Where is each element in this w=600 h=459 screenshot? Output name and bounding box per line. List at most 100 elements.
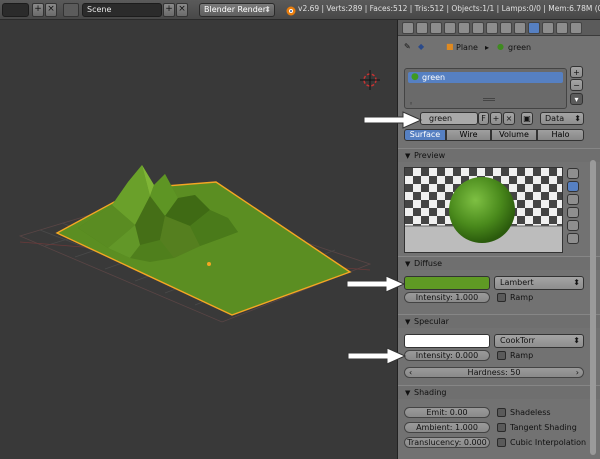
add-scene-button[interactable]: + [163, 3, 175, 17]
specular-color-swatch[interactable] [404, 334, 490, 348]
link-select[interactable]: Data ⬍ [540, 112, 584, 125]
unlink-material-button[interactable]: × [503, 112, 515, 125]
material-sphere-icon: ● [497, 42, 504, 51]
tab-volume[interactable]: Volume [491, 129, 537, 141]
decrement-icon[interactable]: ‹ [409, 368, 412, 377]
diffuse-shader-select[interactable]: Lambert ⬍ [494, 276, 584, 290]
data-tab-icon[interactable] [500, 22, 512, 34]
add-slot-button[interactable]: + [570, 66, 583, 78]
render-tab-icon[interactable] [402, 22, 414, 34]
material-slot-list[interactable]: ● green ◦ [404, 68, 567, 109]
diffuse-ramp-checkbox[interactable] [497, 293, 506, 302]
render-engine-label: Blender Render [204, 5, 267, 14]
material-slot-selected[interactable]: ● green [408, 72, 563, 83]
3d-cursor-icon[interactable] [360, 70, 380, 90]
collapse-icon: ▼ [405, 260, 411, 268]
properties-tabs [398, 20, 600, 36]
scene-icon[interactable] [63, 3, 79, 17]
extra-tab-icon[interactable] [570, 22, 582, 34]
list-grip-icon[interactable] [483, 98, 495, 101]
diffuse-color-swatch[interactable] [404, 276, 490, 290]
preview-sphere-icon[interactable] [567, 181, 579, 192]
specular-title: Specular [414, 317, 449, 326]
translucency-slider[interactable]: Translucency: 0.000 [404, 437, 490, 448]
diffuse-shader-label: Lambert [500, 278, 534, 287]
tab-wire[interactable]: Wire [446, 129, 491, 141]
shadeless-checkbox[interactable] [497, 408, 506, 417]
shading-title: Shading [414, 388, 447, 397]
specular-shader-select[interactable]: CookTorr ⬍ [494, 334, 584, 348]
cubic-interpolation-label: Cubic Interpolation [510, 438, 587, 447]
diffuse-intensity-slider[interactable]: Intensity: 1.000 [404, 292, 490, 303]
screen-field-tail[interactable] [2, 3, 29, 17]
preview-panel-header[interactable]: ▼ Preview [398, 148, 600, 162]
material-name-field[interactable]: green [420, 112, 478, 125]
chevron-updown-icon: ⬍ [264, 5, 271, 14]
modifiers-tab-icon[interactable] [486, 22, 498, 34]
tab-halo[interactable]: Halo [537, 129, 584, 141]
diffuse-panel-header[interactable]: ▼ Diffuse [398, 256, 600, 270]
new-material-button[interactable]: + [490, 112, 502, 125]
preview-sky-icon[interactable] [567, 233, 579, 244]
remove-slot-button[interactable]: − [570, 79, 583, 91]
breadcrumb-object: Plane [456, 43, 478, 52]
ambient-slider[interactable]: Ambient: 1.000 [404, 422, 490, 433]
specular-panel-header[interactable]: ▼ Specular [398, 314, 600, 328]
panel-scrollbar[interactable] [590, 160, 596, 455]
tab-surface[interactable]: Surface [404, 129, 446, 141]
tangent-shading-checkbox[interactable] [497, 423, 506, 432]
add-screen-button[interactable]: + [32, 3, 44, 17]
blender-logo-icon [286, 6, 296, 16]
delete-scene-button[interactable]: × [176, 3, 188, 17]
delete-screen-button[interactable]: × [45, 3, 57, 17]
cubic-interpolation-checkbox[interactable] [497, 438, 506, 447]
diffuse-ramp-label: Ramp [510, 293, 534, 302]
preview-hair-icon[interactable] [567, 220, 579, 231]
terrain-mesh[interactable] [55, 165, 352, 316]
world-tab-icon[interactable] [444, 22, 456, 34]
specular-ramp-checkbox[interactable] [497, 351, 506, 360]
particles-tab-icon[interactable] [514, 22, 526, 34]
fake-user-button[interactable]: F [478, 112, 489, 125]
scene-link-icon: ◆ [418, 42, 425, 51]
material-slot-label: green [422, 73, 446, 82]
hardness-slider[interactable]: ‹ Hardness: 50 › [404, 367, 584, 378]
pin-icon[interactable]: ✎ [404, 42, 411, 51]
browse-material-icon[interactable]: ▣ [521, 112, 533, 125]
arrow-icon [347, 347, 407, 365]
slot-specials-icon[interactable]: ▾ [570, 93, 583, 105]
hardness-label: Hardness: 50 [467, 368, 521, 377]
increment-icon[interactable]: › [576, 368, 579, 377]
render-engine-select[interactable]: Blender Render ⬍ [199, 3, 275, 17]
shading-panel-header[interactable]: ▼ Shading [398, 385, 600, 399]
material-tab-icon[interactable] [528, 22, 540, 34]
info-header: + × Scene + × Blender Render ⬍ v2.69 | V… [0, 0, 600, 20]
object-icon: ■ [446, 42, 454, 51]
preview-flat-icon[interactable] [567, 168, 579, 179]
material-icon: ● [411, 72, 419, 82]
specular-ramp-label: Ramp [510, 351, 534, 360]
chevron-updown-icon: ⬍ [574, 114, 581, 123]
scene-statistics: v2.69 | Verts:289 | Faces:512 | Tris:512… [298, 4, 600, 13]
origin-dot [207, 262, 211, 266]
breadcrumb-material: green [508, 43, 532, 52]
specular-shader-label: CookTorr [500, 336, 535, 345]
collapse-icon: ▼ [405, 389, 411, 397]
layers-tab-icon[interactable] [416, 22, 428, 34]
preview-cube-icon[interactable] [567, 194, 579, 205]
object-tab-icon[interactable] [458, 22, 470, 34]
arrow-icon [363, 111, 423, 129]
scene-field[interactable]: Scene [82, 3, 162, 17]
chevron-updown-icon: ⬍ [573, 278, 580, 287]
scene-tab-icon[interactable] [430, 22, 442, 34]
preview-monkey-icon[interactable] [567, 207, 579, 218]
emit-slider[interactable]: Emit: 0.00 [404, 407, 490, 418]
physics-tab-icon[interactable] [556, 22, 568, 34]
link-select-label: Data [545, 114, 565, 123]
specular-intensity-slider[interactable]: Intensity: 0.000 [404, 350, 490, 361]
constraints-tab-icon[interactable] [472, 22, 484, 34]
3d-viewport[interactable] [0, 20, 397, 459]
resize-handle-icon[interactable]: ◦ [409, 100, 413, 108]
texture-tab-icon[interactable] [542, 22, 554, 34]
preview-title: Preview [414, 151, 446, 160]
